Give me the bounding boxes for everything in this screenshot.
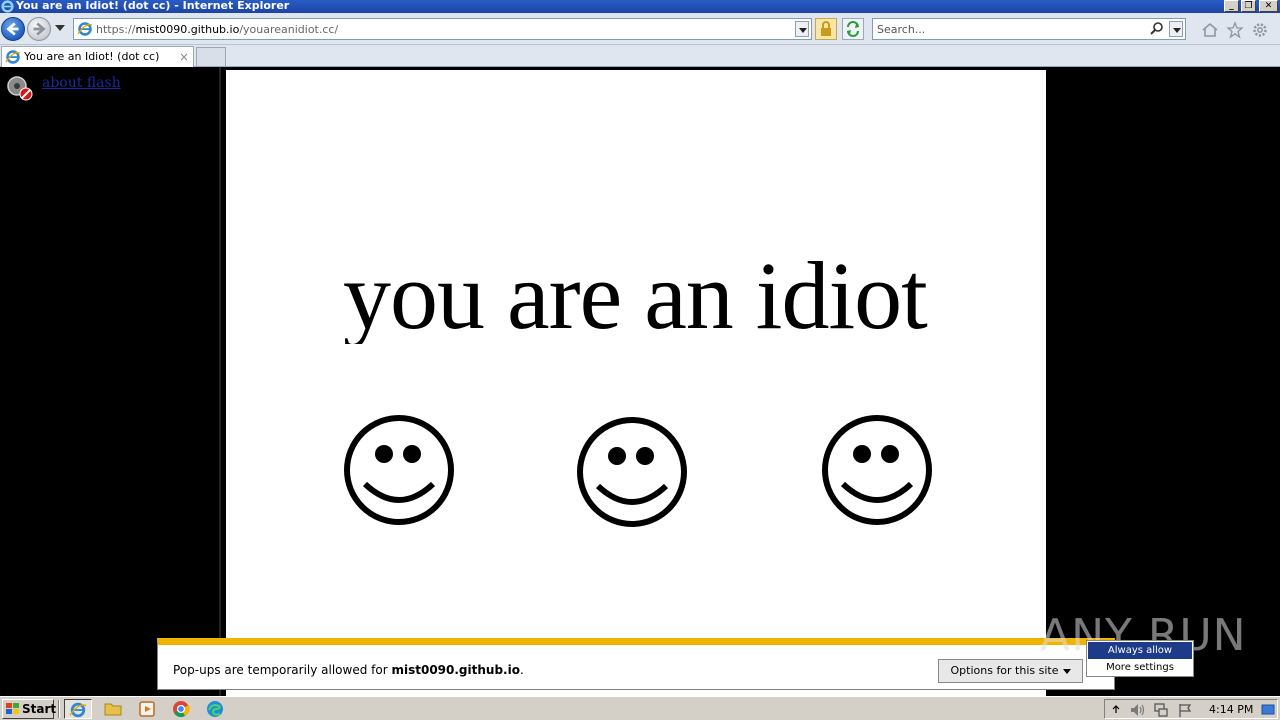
- smiley-face-icon: [344, 415, 454, 525]
- title-bar: You are an Idiot! (dot cc) - Internet Ex…: [0, 0, 1280, 13]
- options-for-this-site-button[interactable]: Options for this site: [938, 659, 1083, 683]
- popup-message-site: mist0090.github.io: [391, 663, 520, 677]
- address-url[interactable]: https://mist0090.github.io/youareanidiot…: [96, 23, 338, 36]
- taskbar-edge-button[interactable]: [204, 699, 226, 719]
- tab-ie-icon: [5, 50, 21, 64]
- minimize-button[interactable]: _: [1224, 0, 1239, 12]
- tab-row: You are an Idiot! (dot cc) ×: [0, 45, 1280, 67]
- window-title: You are an Idiot! (dot cc) - Internet Ex…: [16, 0, 290, 12]
- url-prefix: https://: [96, 23, 136, 36]
- taskbar: Start 4:14 PM: [0, 696, 1280, 720]
- page-headline: you are an idiot!: [343, 248, 937, 344]
- smiley-face-icon: [577, 417, 687, 527]
- tab-close-icon[interactable]: ×: [179, 50, 189, 64]
- frame-divider: [219, 67, 221, 696]
- taskbar-explorer-button[interactable]: [102, 699, 124, 719]
- page-ie-icon: [77, 22, 93, 36]
- lock-icon: [821, 21, 831, 36]
- volume-icon[interactable]: [1129, 702, 1147, 718]
- tab-you-are-an-idiot[interactable]: You are an Idiot! (dot cc) ×: [1, 46, 194, 67]
- popup-notification-bar: Pop-ups are temporarily allowed for mist…: [157, 638, 1115, 690]
- chevron-down-icon: [1062, 668, 1071, 674]
- folder-icon: [104, 703, 122, 716]
- search-dropdown-button[interactable]: [1169, 21, 1183, 37]
- chrome-icon: [173, 701, 190, 717]
- start-label: Start: [22, 702, 57, 716]
- network-icon[interactable]: [1153, 702, 1169, 718]
- back-arrow-icon: [6, 22, 19, 36]
- edge-icon: [207, 701, 223, 717]
- back-button[interactable]: [1, 17, 25, 41]
- system-tray: 4:14 PM: [1104, 699, 1278, 719]
- blocked-plugin-icon: [7, 76, 33, 101]
- forward-arrow-icon: [33, 22, 46, 36]
- tray-expand-icon[interactable]: [1111, 703, 1121, 715]
- url-host: mist0090.github.io: [135, 23, 240, 36]
- popup-message-prefix: Pop-ups are temporarily allowed for: [173, 663, 392, 677]
- popup-message-suffix: .: [519, 663, 524, 677]
- idiot-page-panel: you are an idiot!: [226, 70, 1046, 696]
- menu-item-more-settings[interactable]: More settings: [1088, 659, 1192, 676]
- search-box[interactable]: Search...: [872, 18, 1186, 40]
- security-lock-button[interactable]: [815, 18, 837, 40]
- popup-message: Pop-ups are temporarily allowed for mist…: [173, 663, 524, 677]
- taskbar-clock[interactable]: 4:14 PM: [1209, 703, 1253, 716]
- favorites-star-icon[interactable]: [1226, 21, 1244, 39]
- refresh-icon: [847, 21, 859, 37]
- options-dropdown-menu: Always allow More settings: [1086, 640, 1194, 677]
- tab-label: You are an Idiot! (dot cc): [24, 50, 160, 63]
- close-window-button[interactable]: ✕: [1259, 0, 1278, 12]
- smiley-face-icon: [822, 415, 932, 525]
- media-player-icon: [139, 701, 155, 717]
- options-label: Options for this site: [950, 664, 1059, 677]
- search-icon[interactable]: [1149, 21, 1165, 37]
- ie-icon: [69, 702, 87, 718]
- search-placeholder: Search...: [877, 23, 926, 36]
- show-desktop-icon[interactable]: [1261, 703, 1275, 717]
- address-bar[interactable]: https://mist0090.github.io/youareanidiot…: [73, 18, 812, 40]
- taskbar-ie-button[interactable]: [64, 699, 92, 719]
- ie-logo-icon: [1, 0, 14, 13]
- taskbar-chrome-button[interactable]: [170, 699, 192, 719]
- taskbar-media-player-button[interactable]: [136, 699, 158, 719]
- page-content: about flash you are an idiot!: [0, 67, 1280, 696]
- refresh-button[interactable]: [842, 18, 864, 40]
- address-dropdown-button[interactable]: [795, 21, 809, 37]
- about-flash-link[interactable]: about flash: [42, 75, 121, 91]
- start-button[interactable]: Start: [2, 699, 57, 719]
- url-path: /youareanidiot.cc/: [239, 23, 339, 36]
- new-tab-button[interactable]: [196, 47, 226, 67]
- restore-button[interactable]: ❐: [1241, 0, 1256, 12]
- taskbar-separator: [58, 700, 60, 718]
- action-center-flag-icon[interactable]: [1177, 702, 1193, 718]
- forward-button[interactable]: [27, 17, 51, 41]
- home-icon[interactable]: [1201, 21, 1219, 39]
- recent-pages-dropdown-icon[interactable]: [55, 25, 65, 31]
- navigation-bar: https://mist0090.github.io/youareanidiot…: [0, 13, 1280, 45]
- menu-item-always-allow[interactable]: Always allow: [1088, 642, 1192, 659]
- windows-flag-icon: [6, 703, 19, 714]
- settings-gear-icon[interactable]: [1251, 21, 1269, 39]
